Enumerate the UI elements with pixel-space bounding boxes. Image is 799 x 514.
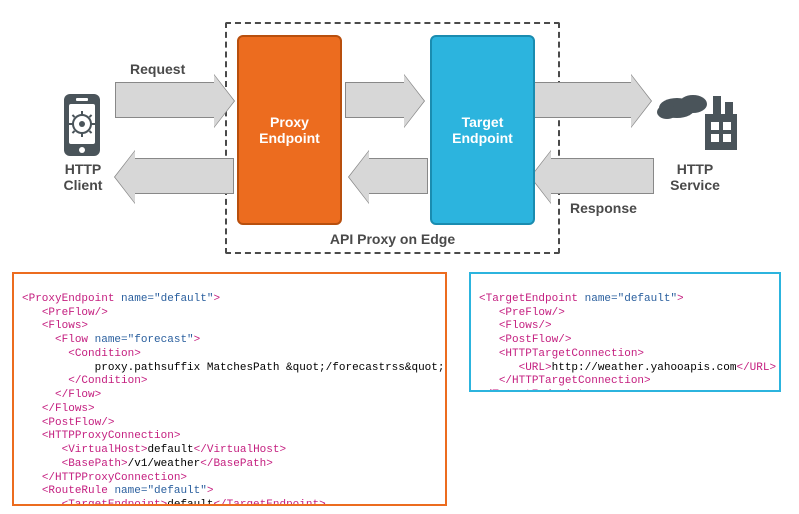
- proxy-container-title: API Proxy on Edge: [225, 231, 560, 247]
- c: <TargetEndpoint: [479, 293, 585, 305]
- c: >: [194, 334, 201, 346]
- http-service-label: HTTP Service: [660, 161, 730, 193]
- c: http://weather.yahooapis.com: [552, 362, 737, 374]
- request-label: Request: [130, 61, 185, 77]
- c: default: [167, 499, 213, 506]
- c: <Flows/>: [499, 320, 552, 332]
- target-endpoint-box: Target Endpoint: [430, 35, 535, 225]
- target-code-box: <TargetEndpoint name="default"> <PreFlow…: [469, 272, 781, 392]
- arrow-response-3: [550, 158, 654, 194]
- proxy-endpoint-box: Proxy Endpoint: [237, 35, 342, 225]
- http-service-icon: [655, 88, 741, 161]
- c: proxy.pathsuffix MatchesPath &quot;/fore…: [95, 362, 445, 374]
- c: <Flows>: [42, 320, 88, 332]
- c: >: [677, 293, 684, 305]
- http-client-label: HTTP Client: [55, 161, 111, 193]
- c: </VirtualHost>: [194, 444, 286, 456]
- c: name="default": [114, 485, 206, 497]
- c: <ProxyEndpoint: [22, 293, 121, 305]
- c: name="forecast": [95, 334, 194, 346]
- c: <Flow: [55, 334, 95, 346]
- c: /v1/weather: [128, 458, 201, 470]
- c: </TargetEndpoint>: [479, 389, 591, 392]
- c: >: [213, 293, 220, 305]
- arrow-request-1: [115, 82, 215, 118]
- c: </Flows>: [42, 403, 95, 415]
- c: <PreFlow/>: [42, 307, 108, 319]
- response-label: Response: [570, 200, 637, 216]
- arrow-response-1: [134, 158, 234, 194]
- c: </URL>: [736, 362, 776, 374]
- c: <HTTPProxyConnection>: [42, 430, 181, 442]
- arrow-response-2: [368, 158, 428, 194]
- c: </Flow>: [55, 389, 101, 401]
- c: <PreFlow/>: [499, 307, 565, 319]
- arrow-request-2: [345, 82, 405, 118]
- c: </HTTPTargetConnection>: [499, 375, 651, 387]
- c: >: [207, 485, 214, 497]
- http-client-icon: [60, 92, 104, 163]
- c: default: [147, 444, 193, 456]
- arrow-request-3: [522, 82, 632, 118]
- proxy-code-box: <ProxyEndpoint name="default"> <PreFlow/…: [12, 272, 447, 506]
- c: <BasePath>: [62, 458, 128, 470]
- c: <VirtualHost>: [62, 444, 148, 456]
- c: <Condition>: [68, 348, 141, 360]
- c: </BasePath>: [200, 458, 273, 470]
- c: </HTTPProxyConnection>: [42, 472, 187, 484]
- c: <RouteRule: [42, 485, 115, 497]
- c: name="default": [121, 293, 213, 305]
- c: <URL>: [519, 362, 552, 374]
- c: <PostFlow/>: [499, 334, 572, 346]
- c: <HTTPTargetConnection>: [499, 348, 644, 360]
- c: </TargetEndpoint>: [213, 499, 325, 506]
- c: <TargetEndpoint>: [62, 499, 168, 506]
- c: <PostFlow/>: [42, 417, 115, 429]
- c: name="default": [585, 293, 677, 305]
- c: </Condition>: [68, 375, 147, 387]
